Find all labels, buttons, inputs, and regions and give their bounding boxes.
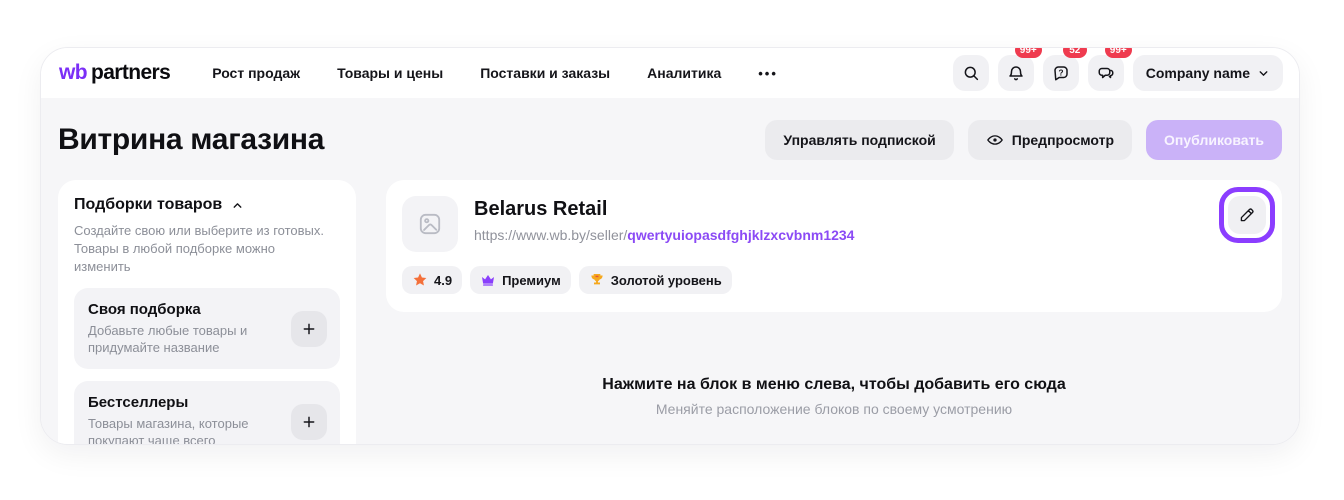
content-area: Витрина магазина Управлять подпиской Пре… [41,98,1299,445]
storefront-main: Belarus Retail https://www.wb.by/seller/… [386,180,1282,417]
collections-section-header[interactable]: Подборки товаров [74,196,340,214]
rating-badge: 4.9 [402,266,462,294]
trophy-icon [589,272,605,288]
eye-icon [986,131,1004,149]
search-button[interactable] [953,55,989,91]
collections-title: Подборки товаров [74,196,222,214]
store-badges: 4.9 Премиум [402,266,1266,294]
help-bubble-icon: ? [1052,64,1070,82]
store-name: Belarus Retail [474,198,854,221]
chat-button[interactable]: 99+ [1088,55,1124,91]
manage-subscription-button[interactable]: Управлять подпиской [765,120,953,160]
chevron-down-icon [1257,67,1270,80]
page-title: Витрина магазина [58,123,324,157]
help-button[interactable]: ? 52 [1043,55,1079,91]
gold-level-badge: Золотой уровень [579,266,732,294]
publish-button[interactable]: Опубликовать [1146,120,1282,160]
collections-sidebar: Подборки товаров Создайте свою или выбер… [58,180,356,445]
logo-wb-text: wb [59,61,87,85]
svg-text:?: ? [1058,68,1063,77]
rating-value: 4.9 [434,273,452,288]
add-collection-button[interactable] [291,311,327,347]
collection-title: Своя подборка [88,301,268,318]
chevron-up-icon [231,199,244,212]
preview-button[interactable]: Предпросмотр [968,120,1132,160]
logo-partners-text: partners [91,61,170,85]
highlight-annotation-ring [1219,187,1275,243]
collection-description: Товары магазина, которые покупают чаще в… [88,415,268,445]
collections-description: Создайте свою или выберите из готовых. Т… [74,222,324,276]
help-badge: 52 [1063,47,1087,58]
empty-state-title: Нажмите на блок в меню слева, чтобы доба… [386,376,1282,394]
add-collection-button[interactable] [291,404,327,440]
premium-label: Премиум [502,273,561,288]
plus-icon [301,414,317,430]
gold-level-label: Золотой уровень [611,273,722,288]
topbar-actions: 99+ ? 52 99+ Company name [953,55,1283,91]
nav-item-goods-prices[interactable]: Товары и цены [337,65,443,81]
nav-item-analytics[interactable]: Аналитика [647,65,721,81]
nav-item-sales-growth[interactable]: Рост продаж [212,65,300,81]
store-url-slug: qwertyuiopasdfghjklzxcvbnm1234 [627,227,854,243]
store-logo-placeholder[interactable] [402,196,458,252]
content-columns: Подборки товаров Создайте свою или выбер… [58,180,1282,445]
store-url[interactable]: https://www.wb.by/seller/qwertyuiopasdfg… [474,227,854,243]
premium-badge: Премиум [470,266,571,294]
bell-icon [1007,64,1025,82]
nav-item-supplies-orders[interactable]: Поставки и заказы [480,65,610,81]
notifications-badge: 99+ [1015,47,1042,58]
wb-partners-logo[interactable]: wb partners [59,61,170,85]
star-icon [412,272,428,288]
empty-state-subtitle: Меняйте расположение блоков по своему ус… [386,401,1282,417]
page-header: Витрина магазина Управлять подпиской Пре… [58,98,1282,180]
page-canvas: wb partners Рост продаж Товары и цены По… [0,0,1344,500]
top-navigation-bar: wb partners Рост продаж Товары и цены По… [41,48,1299,98]
nav-item-more[interactable]: ••• [758,66,778,81]
empty-drop-zone: Нажмите на блок в меню слева, чтобы доба… [386,376,1282,417]
app-window: wb partners Рост продаж Товары и цены По… [40,47,1300,445]
store-url-prefix: https://www.wb.by/seller/ [474,227,627,243]
crown-icon [480,272,496,288]
collection-card-custom[interactable]: Своя подборка Добавьте любые товары и пр… [74,288,340,369]
account-name: Company name [1146,65,1250,81]
page-actions: Управлять подпиской Предпросмотр Опублик… [765,120,1282,160]
image-placeholder-icon [417,211,443,237]
account-selector[interactable]: Company name [1133,55,1283,91]
collection-card-bestsellers[interactable]: Бестселлеры Товары магазина, которые пок… [74,381,340,445]
pencil-icon [1238,206,1256,224]
collection-title: Бестселлеры [88,394,268,411]
main-nav: Рост продаж Товары и цены Поставки и зак… [212,65,953,81]
search-icon [962,64,980,82]
notifications-button[interactable]: 99+ [998,55,1034,91]
plus-icon [301,321,317,337]
collection-description: Добавьте любые товары и придумайте назва… [88,322,268,356]
chat-icon [1097,64,1115,82]
edit-store-button[interactable] [1228,196,1266,234]
store-header-card: Belarus Retail https://www.wb.by/seller/… [386,180,1282,312]
preview-label: Предпросмотр [1012,132,1114,148]
chat-badge: 99+ [1105,47,1132,58]
